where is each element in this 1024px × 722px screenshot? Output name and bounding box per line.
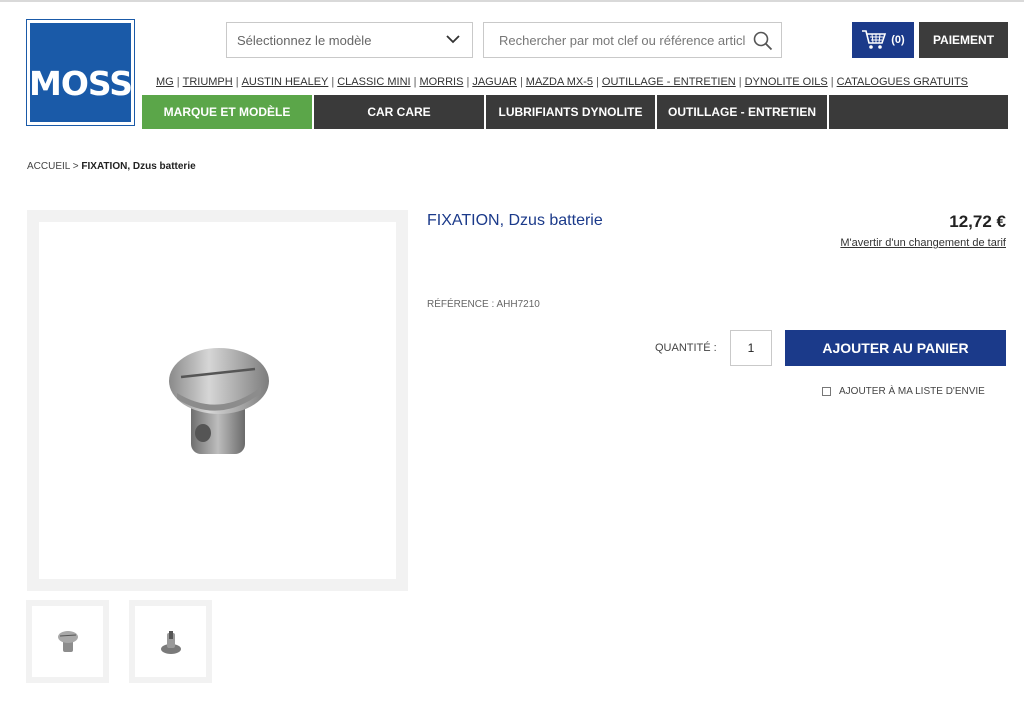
logo-text: MOSS [29, 64, 133, 103]
search-input[interactable] [484, 23, 746, 57]
breadcrumb-home[interactable]: ACCUEIL [27, 161, 70, 172]
brand-link-dynolite-oils[interactable]: DYNOLITE OILS [745, 76, 828, 92]
nav-item-outillage[interactable]: OUTILLAGE - ENTRETIEN [657, 95, 829, 129]
brand-link-outillage[interactable]: OUTILLAGE - ENTRETIEN [602, 76, 736, 92]
brand-link-morris[interactable]: MORRIS [419, 76, 463, 92]
price-alert-link[interactable]: M'avertir d'un changement de tarif [840, 237, 1006, 249]
brand-link-austin-healey[interactable]: AUSTIN HEALEY [242, 76, 329, 92]
cart-icon [862, 30, 887, 49]
main-nav: MARQUE ET MODÈLE CAR CARE LUBRIFIANTS DY… [142, 95, 1008, 129]
product-image[interactable] [39, 222, 396, 579]
nav-item-marque-modele[interactable]: MARQUE ET MODÈLE [142, 95, 314, 129]
add-to-wishlist[interactable]: AJOUTER À MA LISTE D'ENVIE [822, 386, 985, 397]
thumbnail-fastener-side-image [57, 630, 78, 652]
model-select-value: Sélectionnez le modèle [237, 32, 372, 48]
brand-link-mazda-mx5[interactable]: MAZDA MX-5 [526, 76, 593, 92]
search-box [483, 22, 782, 58]
quantity-label: QUANTITÉ : [655, 342, 717, 354]
breadcrumb-separator: > [72, 161, 79, 172]
nav-item-lubrifiants[interactable]: LUBRIFIANTS DYNOLITE [486, 95, 657, 129]
cart-button[interactable]: (0) [852, 22, 914, 58]
brand-link-mg[interactable]: MG [156, 76, 174, 92]
thumbnail-2[interactable] [129, 600, 212, 683]
product-image-frame [27, 210, 408, 591]
brand-link-classic-mini[interactable]: CLASSIC MINI [337, 76, 410, 92]
thumbnail-1[interactable] [26, 600, 109, 683]
checkout-button[interactable]: PAIEMENT [919, 22, 1008, 58]
breadcrumb-current: FIXATION, Dzus batterie [81, 161, 196, 172]
dzus-fastener-image [169, 348, 269, 454]
chevron-down-icon [446, 35, 460, 44]
product-reference: RÉFÉRENCE : AHH7210 [427, 299, 540, 310]
brand-links: MG | TRIUMPH | AUSTIN HEALEY | CLASSIC MINI… [156, 76, 1006, 92]
brand-link-catalogues[interactable]: CATALOGUES GRATUITS [837, 76, 968, 92]
wishlist-checkbox-icon [822, 387, 831, 396]
top-border [0, 0, 1024, 2]
product-title: FIXATION, Dzus batterie [427, 212, 603, 229]
brand-link-triumph[interactable]: TRIUMPH [183, 76, 233, 92]
product-price: 12,72 € [949, 212, 1006, 231]
thumbnail-fastener-angle-image [160, 630, 181, 654]
quantity-input[interactable] [730, 330, 772, 366]
search-icon[interactable] [753, 31, 773, 51]
nav-item-car-care[interactable]: CAR CARE [314, 95, 486, 129]
wishlist-label: AJOUTER À MA LISTE D'ENVIE [839, 386, 985, 397]
model-select[interactable]: Sélectionnez le modèle [226, 22, 473, 58]
breadcrumb: ACCUEIL > FIXATION, Dzus batterie [27, 161, 196, 172]
add-to-cart-button[interactable]: AJOUTER AU PANIER [785, 330, 1006, 366]
cart-count: (0) [891, 34, 905, 46]
brand-link-jaguar[interactable]: JAGUAR [472, 76, 517, 92]
moss-logo[interactable]: MOSS [26, 19, 135, 126]
